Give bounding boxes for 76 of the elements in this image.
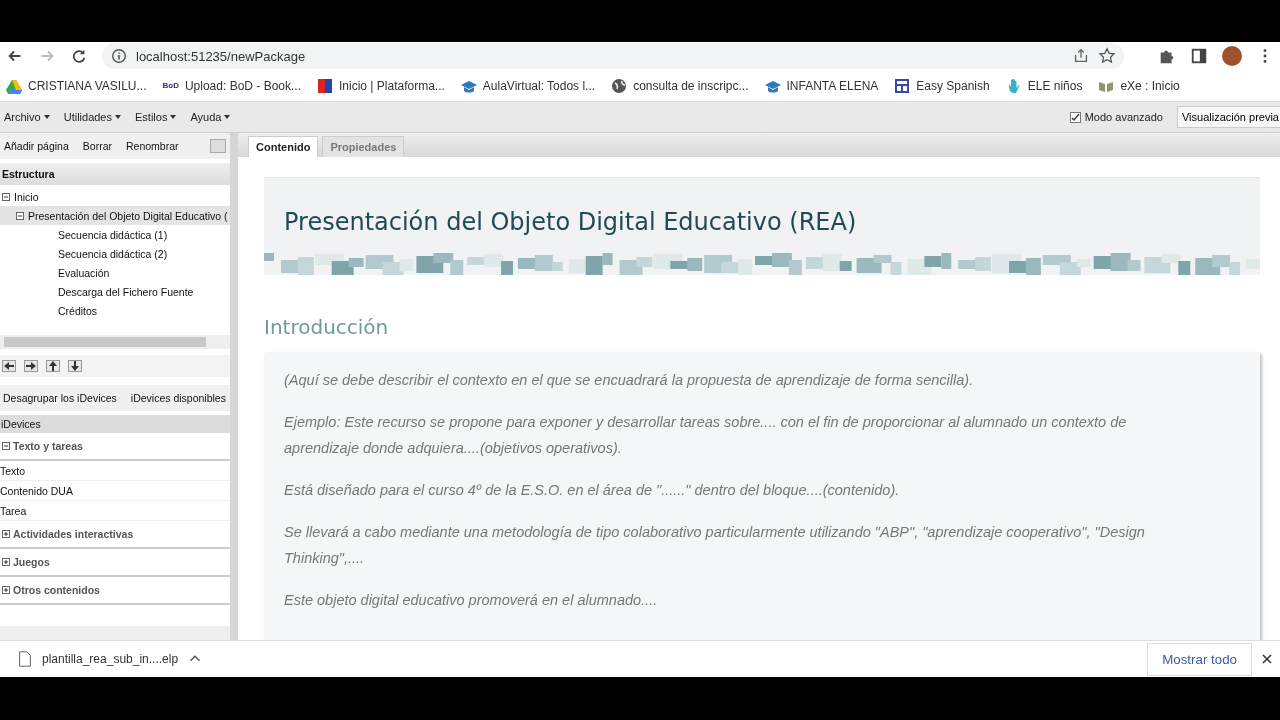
collapse-icon[interactable] — [2, 442, 10, 450]
bookmark[interactable]: Easy Spanish — [894, 77, 990, 94]
bookmark[interactable]: consulta de inscripc... — [611, 77, 749, 94]
show-all-button[interactable]: Mostrar todo — [1147, 642, 1252, 676]
tab[interactable]: Propiedades — [322, 136, 405, 157]
paragraph: Está diseñado para el curso 4º de la E.S.O. en el área de "......" dentro del bloque....(contenido). — [284, 481, 901, 500]
url-text: localhost:51235/newPackage — [136, 48, 306, 64]
up-arrow-icon[interactable] — [46, 360, 60, 372]
caret-icon — [43, 115, 50, 119]
tree-item[interactable]: Secuencia didáctica (2) — [0, 244, 230, 263]
bookmark[interactable]: BoD Upload: BoD - Book... — [162, 78, 301, 93]
tree-item[interactable]: Descarga del Fichero Fuente — [0, 282, 230, 301]
caret-icon — [224, 115, 231, 119]
close-icon[interactable] — [1262, 654, 1272, 664]
reload-icon[interactable] — [70, 47, 88, 65]
list-item[interactable]: Texto — [0, 461, 230, 481]
bookmark[interactable]: eXe : Inicio — [1098, 77, 1180, 94]
right-arrow-icon[interactable] — [24, 360, 38, 372]
caret-icon — [170, 115, 177, 119]
collapse-icon[interactable] — [2, 192, 10, 201]
menu-item[interactable]: Ayuda — [190, 111, 231, 123]
tab[interactable]: Contenido — [248, 136, 319, 157]
side-panel-icon[interactable] — [1190, 47, 1208, 65]
menu-item[interactable]: Archivo — [4, 111, 50, 123]
toolbar-link[interactable]: Añadir página — [4, 140, 69, 152]
toolbar-link[interactable]: Desagrupar los iDevices — [3, 392, 117, 404]
file-icon — [16, 650, 34, 668]
paragraph: Ejemplo: Este recurso se propone para exponer y desarrollar tareas sobre.... con el fin de proporcionar al alumnado un contexto de aprendizaje donde adquiera....(objetivos operativos). — [284, 413, 1128, 458]
bookmark[interactable]: ELE niños — [1005, 77, 1083, 94]
paragraph: Se llevará a cabo mediante una metodología de tipo colaborativo particularmente utilizando "ABP", "aprendizaje cooperativo", "Design Thinking",.... — [284, 523, 1146, 568]
download-item[interactable]: plantilla_rea_sub_in....elp — [16, 650, 205, 668]
bookmark[interactable]: Inicio | Plataforma... — [317, 77, 445, 94]
tree-item[interactable]: Presentación del Objeto Digital Educativo ( — [0, 206, 230, 225]
scrollbar[interactable] — [0, 335, 230, 349]
toolbar-link[interactable]: Renombrar — [126, 140, 179, 152]
panel-title: Estructura — [0, 163, 230, 185]
expand-icon[interactable] — [2, 530, 10, 538]
check-icon — [1070, 112, 1080, 122]
ef-logo-icon — [317, 77, 333, 94]
caret-icon — [115, 115, 121, 119]
list-item[interactable]: Contenido DUA — [0, 481, 230, 501]
share-icon[interactable] — [1072, 47, 1090, 65]
layout-icon — [894, 77, 911, 94]
section-heading: Introducción — [264, 315, 390, 339]
avatar-icon[interactable] — [1222, 46, 1242, 66]
toolbar-link[interactable]: iDevices disponibles — [130, 392, 226, 404]
bookmark[interactable]: CRISTIANA VASILU... — [6, 77, 147, 94]
page-title: Presentación del Objeto Digital Educativo (REA) — [283, 207, 858, 236]
down-arrow-icon[interactable] — [68, 360, 82, 372]
star-icon[interactable] — [1098, 47, 1116, 65]
drive-icon — [6, 77, 22, 94]
tree-item[interactable]: Evaluación — [0, 263, 230, 282]
toolbar-link[interactable]: Borrar — [82, 140, 112, 152]
tree-item[interactable]: Inicio — [0, 187, 230, 206]
info-icon[interactable] — [110, 47, 128, 65]
collapse-icon[interactable] — [16, 211, 24, 220]
bookmark[interactable]: INFANTA ELENA — [764, 77, 879, 94]
list-item[interactable]: Tarea — [0, 501, 230, 521]
tree-item[interactable]: Créditos — [0, 301, 230, 320]
globe-icon — [611, 77, 628, 94]
expand-icon[interactable] — [2, 558, 10, 566]
menu-item[interactable]: Utilidades — [63, 111, 121, 123]
paragraph: Este objeto digital educativo promoverá en el alumnado.... — [284, 591, 659, 610]
address-bar[interactable]: localhost:51235/newPackage — [102, 43, 1124, 69]
expand-icon[interactable] — [2, 586, 10, 594]
menu-item[interactable]: Estilos — [135, 111, 177, 123]
panel-title: iDevices — [0, 415, 230, 433]
left-arrow-icon[interactable] — [2, 360, 16, 372]
bookmark[interactable]: AulaVirtual: Todos l... — [460, 77, 596, 94]
tree-item[interactable]: Secuencia didáctica (1) — [0, 225, 230, 244]
preview-button[interactable]: Visualización previa — [1176, 106, 1280, 128]
logo-text: BoD — [162, 81, 179, 90]
scrollbar[interactable] — [0, 626, 230, 640]
checkbox-label[interactable]: Modo avanzado — [1084, 111, 1163, 123]
checkbox[interactable] — [1069, 111, 1081, 123]
paragraph: (Aquí se debe describir el contexto en el que se encuadrará la propuesta de aprendizaje de forma sencilla). — [284, 371, 975, 390]
